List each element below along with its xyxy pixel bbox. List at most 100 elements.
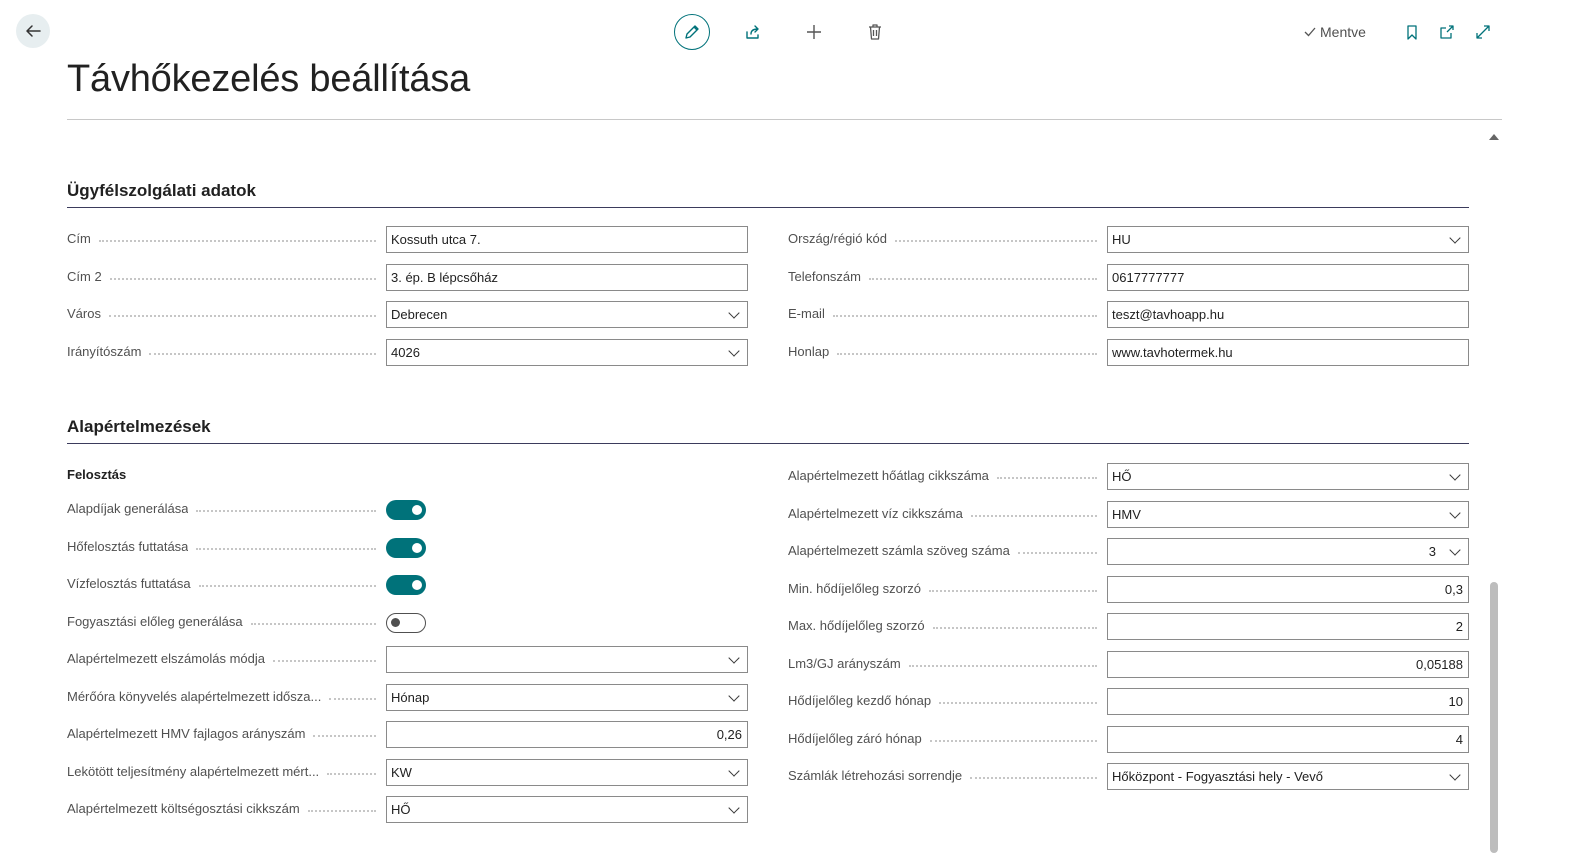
toggle-hofelosztas-futtatasa[interactable] (386, 537, 426, 558)
leader-dots (928, 589, 1097, 592)
share-button[interactable] (735, 14, 771, 50)
dropdown-orszag-regio-kod[interactable]: HU (1107, 226, 1469, 253)
collapse-icon[interactable] (1489, 134, 1499, 140)
input-cim-2[interactable]: 3. ép. B lépcsőház (386, 263, 748, 291)
share-icon (746, 25, 759, 39)
field-label: Hődíjelőleg záró hónap (788, 730, 922, 746)
open-new-window-icon (1440, 25, 1454, 39)
field-value: 0,26 (716, 727, 742, 742)
field-label: Alapértelmezett elszámolás módja (67, 651, 265, 666)
leader-dots (196, 547, 376, 550)
dropdown-szamlak-letrehozasi-sorrendje[interactable]: Hőközpont - Fogyasztási hely - Vevő (1107, 763, 1469, 790)
open-in-new-window-button[interactable] (1429, 14, 1465, 50)
field-value: HŐ (1112, 469, 1132, 484)
field-value: KW (391, 764, 412, 780)
field-label: Alapdíjak generálása (67, 501, 189, 516)
toggle-knob (412, 580, 422, 590)
field-value: 0617777777 (1112, 269, 1185, 285)
input-hodijeloleg-kezdo-honap[interactable]: 10 (1107, 688, 1469, 715)
field-value: 3. ép. B lépcsőház (391, 269, 498, 285)
field-label: Telefonszám (788, 268, 861, 284)
input-alapertelmezett-hmv-fajlagos-aranyszam[interactable]: 0,26 (386, 721, 748, 748)
plus-icon (807, 25, 821, 39)
leader-dots (970, 514, 1097, 517)
leader-dots (198, 584, 376, 587)
leader-dots (109, 277, 376, 280)
field-value: 4026 (391, 344, 420, 360)
bookmark-button[interactable] (1394, 14, 1430, 50)
scrollbar[interactable] (1490, 582, 1498, 853)
field-value: 0,3 (1444, 581, 1463, 597)
leader-dots (327, 772, 376, 775)
chevron-down-icon (1449, 469, 1461, 481)
chevron-down-icon (1449, 769, 1461, 781)
group-title-allocation: Felosztás (67, 467, 127, 482)
leader-dots (272, 659, 376, 662)
input-max-hodijeloleg-szorzo[interactable]: 2 (1107, 613, 1469, 640)
toggle-knob (412, 505, 422, 515)
leader-dots (98, 239, 376, 242)
leader-dots (832, 314, 1097, 317)
section-divider (67, 207, 1469, 208)
toggle-knob (391, 617, 400, 627)
leader-dots (149, 352, 376, 355)
leader-dots (1017, 551, 1097, 554)
field-value: Hőközpont - Fogyasztási hely - Vevő (1112, 769, 1323, 784)
dropdown-varos[interactable]: Debrecen (386, 301, 748, 328)
dropdown-meroora-konyveles-alapertelmezett-idosza[interactable]: Hónap (386, 683, 748, 711)
delete-button[interactable] (857, 14, 893, 50)
field-value: 3 (1428, 544, 1436, 559)
chevron-down-icon (728, 764, 740, 777)
leader-dots (313, 734, 376, 737)
expand-button[interactable] (1465, 14, 1501, 50)
chevron-down-icon (728, 689, 740, 702)
dropdown-iranyitoszam[interactable]: 4026 (386, 338, 748, 366)
section-title-customer-service[interactable]: Ügyfélszolgálati adatok (67, 181, 256, 201)
toggle-knob (412, 542, 422, 553)
input-lm3-gj-aranyszam[interactable]: 0,05188 (1107, 650, 1469, 678)
input-min-hodijeloleg-szorzo[interactable]: 0,3 (1107, 575, 1469, 603)
saved-label: Mentve (1320, 24, 1366, 40)
back-button[interactable] (16, 14, 50, 48)
chevron-down-icon (728, 652, 740, 664)
input-telefonszam[interactable]: 0617777777 (1107, 263, 1469, 291)
new-button[interactable] (796, 14, 832, 50)
toggle-alapdijak-generalasa[interactable] (386, 500, 426, 520)
leader-dots (929, 739, 1097, 742)
toggle-vizfelosztas-futtatasa[interactable] (386, 575, 426, 595)
field-label: Cím (67, 231, 91, 246)
section-title-defaults[interactable]: Alapértelmezések (67, 417, 211, 437)
chevron-down-icon (728, 344, 740, 357)
chevron-down-icon (728, 802, 740, 814)
dropdown-alapertelmezett-koltsegosztasi-cikkszam[interactable]: HŐ (386, 796, 748, 823)
chevron-down-icon (1449, 544, 1461, 556)
expand-icon (1476, 25, 1490, 39)
edit-button[interactable] (674, 14, 710, 50)
leader-dots (329, 697, 376, 700)
dropdown-alapertelmezett-viz-cikkszama[interactable]: HMV (1107, 500, 1469, 528)
field-value: 4 (1455, 731, 1463, 747)
input-honlap[interactable]: www.tavhotermek.hu (1107, 338, 1469, 366)
dropdown-lekotott-teljesitmeny-alapertelmezett-mert[interactable]: KW (386, 758, 748, 786)
field-value: 10 (1448, 694, 1463, 709)
chevron-down-icon (1449, 232, 1461, 244)
toggle-fogyasztasi-eloleg-generalasa[interactable] (386, 612, 426, 633)
field-value: Hónap (391, 689, 430, 705)
input-cim[interactable]: Kossuth utca 7. (386, 226, 748, 253)
field-label: Hőfelosztás futtatása (67, 538, 189, 554)
dropdown-alapertelmezett-szamla-szoveg-szama[interactable]: 3 (1107, 538, 1469, 565)
field-label: Alapértelmezett számla szöveg száma (788, 543, 1010, 558)
checkmark-icon (1304, 27, 1316, 37)
field-label: E-mail (788, 306, 825, 321)
input-e-mail[interactable]: teszt@tavhoapp.hu (1107, 301, 1469, 328)
field-label: Irányítószám (67, 343, 142, 359)
leader-dots (196, 509, 376, 512)
input-hodijeloleg-zaro-honap[interactable]: 4 (1107, 725, 1469, 753)
field-value: teszt@tavhoapp.hu (1112, 307, 1225, 322)
dropdown-alapertelmezett-elszamolas-modja[interactable] (386, 646, 748, 673)
leader-dots (250, 622, 376, 625)
leader-dots (307, 809, 376, 812)
field-label: Hődíjelőleg kezdő hónap (788, 693, 932, 708)
dropdown-alapertelmezett-hoatlag-cikkszama[interactable]: HŐ (1107, 463, 1469, 490)
leader-dots (932, 626, 1097, 629)
